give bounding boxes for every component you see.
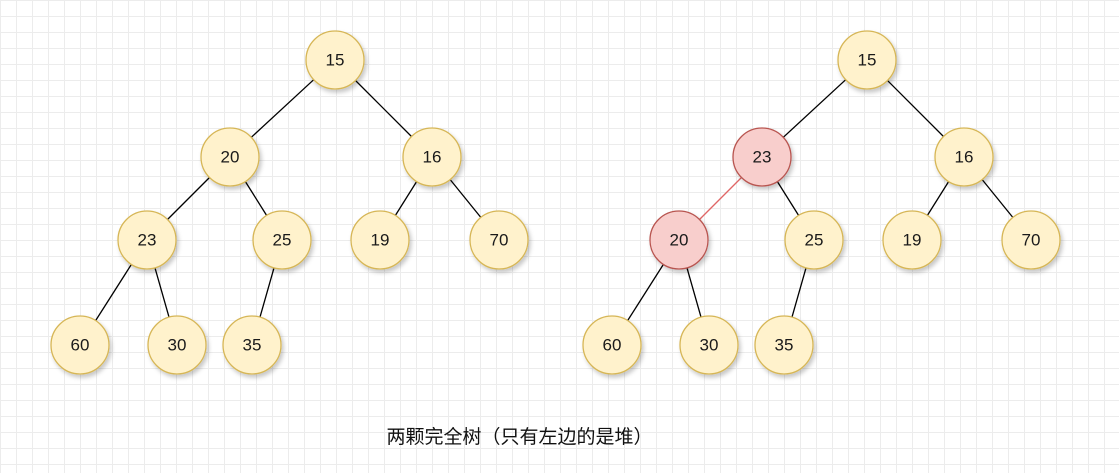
tree-diagram-canvas: 15 20 16 23 25 19 70 60 30 35 15 23 16 20 25 19 70 60 30 35 bbox=[50, 30, 1061, 375]
left-tree-node-30: 30 bbox=[147, 315, 207, 375]
left-tree-node-label: 19 bbox=[371, 231, 390, 250]
right-tree-node-label: 60 bbox=[603, 336, 622, 355]
right-tree-edge-15-23 bbox=[782, 79, 847, 138]
left-tree-edge-20-23 bbox=[167, 177, 210, 220]
right-tree-node-label: 16 bbox=[955, 148, 974, 167]
right-tree-node-label: 30 bbox=[700, 336, 719, 355]
right-tree-node-70: 70 bbox=[1001, 210, 1061, 270]
right-tree-edge-16-19 bbox=[926, 181, 950, 216]
left-tree-node-label: 16 bbox=[423, 148, 442, 167]
left-tree-edge-15-20 bbox=[250, 79, 315, 138]
right-tree-edge-23-25 bbox=[776, 181, 800, 216]
left-tree-node-35: 35 bbox=[222, 315, 282, 375]
right-tree-node-label: 70 bbox=[1022, 231, 1041, 250]
right-tree-node-label: 15 bbox=[858, 51, 877, 70]
left-tree-node-23: 23 bbox=[117, 210, 177, 270]
left-tree-node-label: 60 bbox=[71, 336, 90, 355]
right-tree-node-60: 60 bbox=[582, 315, 642, 375]
left-tree-node-19: 19 bbox=[350, 210, 410, 270]
left-tree-edge-25-35 bbox=[259, 267, 275, 318]
right-tree-edge-20-30 bbox=[686, 267, 702, 318]
diagram-caption: 两颗完全树（只有左边的是堆） bbox=[386, 426, 653, 448]
left-tree-edge-16-70 bbox=[449, 179, 482, 218]
left-tree-node-label: 70 bbox=[490, 231, 509, 250]
left-tree-node-70: 70 bbox=[469, 210, 529, 270]
left-tree-edge-23-30 bbox=[154, 267, 170, 318]
right-tree-node-15: 15 bbox=[837, 30, 897, 90]
right-tree-node-35: 35 bbox=[754, 315, 814, 375]
right-tree-node-16: 16 bbox=[934, 127, 994, 187]
left-tree-edge-15-16 bbox=[355, 80, 412, 137]
left-tree-node-label: 35 bbox=[243, 336, 262, 355]
right-tree-edge-23-20 bbox=[699, 177, 742, 220]
left-tree-node-25: 25 bbox=[252, 210, 312, 270]
right-tree-node-label: 35 bbox=[775, 336, 794, 355]
right-tree-edge-15-16 bbox=[887, 80, 944, 137]
right-tree-edge-20-60 bbox=[627, 264, 664, 321]
left-tree-node-label: 23 bbox=[138, 231, 157, 250]
right-tree-node-25: 25 bbox=[784, 210, 844, 270]
left-tree-node-15: 15 bbox=[305, 30, 365, 90]
left-tree-edge-23-60 bbox=[95, 264, 132, 321]
right-tree-edge-16-70 bbox=[981, 179, 1014, 218]
right-tree-node-label: 25 bbox=[805, 231, 824, 250]
right-tree-node-label: 20 bbox=[670, 231, 689, 250]
right-tree-node-20: 20 bbox=[649, 210, 709, 270]
edges-layer bbox=[95, 79, 1014, 321]
right-tree-node-19: 19 bbox=[882, 210, 942, 270]
nodes-layer: 15 20 16 23 25 19 70 60 30 35 15 23 16 20 25 19 70 60 30 35 bbox=[50, 30, 1061, 375]
right-tree-node-30: 30 bbox=[679, 315, 739, 375]
left-tree-node-label: 20 bbox=[221, 148, 240, 167]
left-tree-node-60: 60 bbox=[50, 315, 110, 375]
left-tree-node-20: 20 bbox=[200, 127, 260, 187]
right-tree-edge-25-35 bbox=[791, 267, 807, 318]
left-tree-node-label: 25 bbox=[273, 231, 292, 250]
right-tree-node-label: 23 bbox=[753, 148, 772, 167]
left-tree-node-16: 16 bbox=[402, 127, 462, 187]
right-tree-node-label: 19 bbox=[903, 231, 922, 250]
left-tree-node-label: 30 bbox=[168, 336, 187, 355]
right-tree-node-23: 23 bbox=[732, 127, 792, 187]
left-tree-edge-20-25 bbox=[244, 181, 268, 216]
left-tree-node-label: 15 bbox=[326, 51, 345, 70]
left-tree-edge-16-19 bbox=[394, 181, 418, 216]
